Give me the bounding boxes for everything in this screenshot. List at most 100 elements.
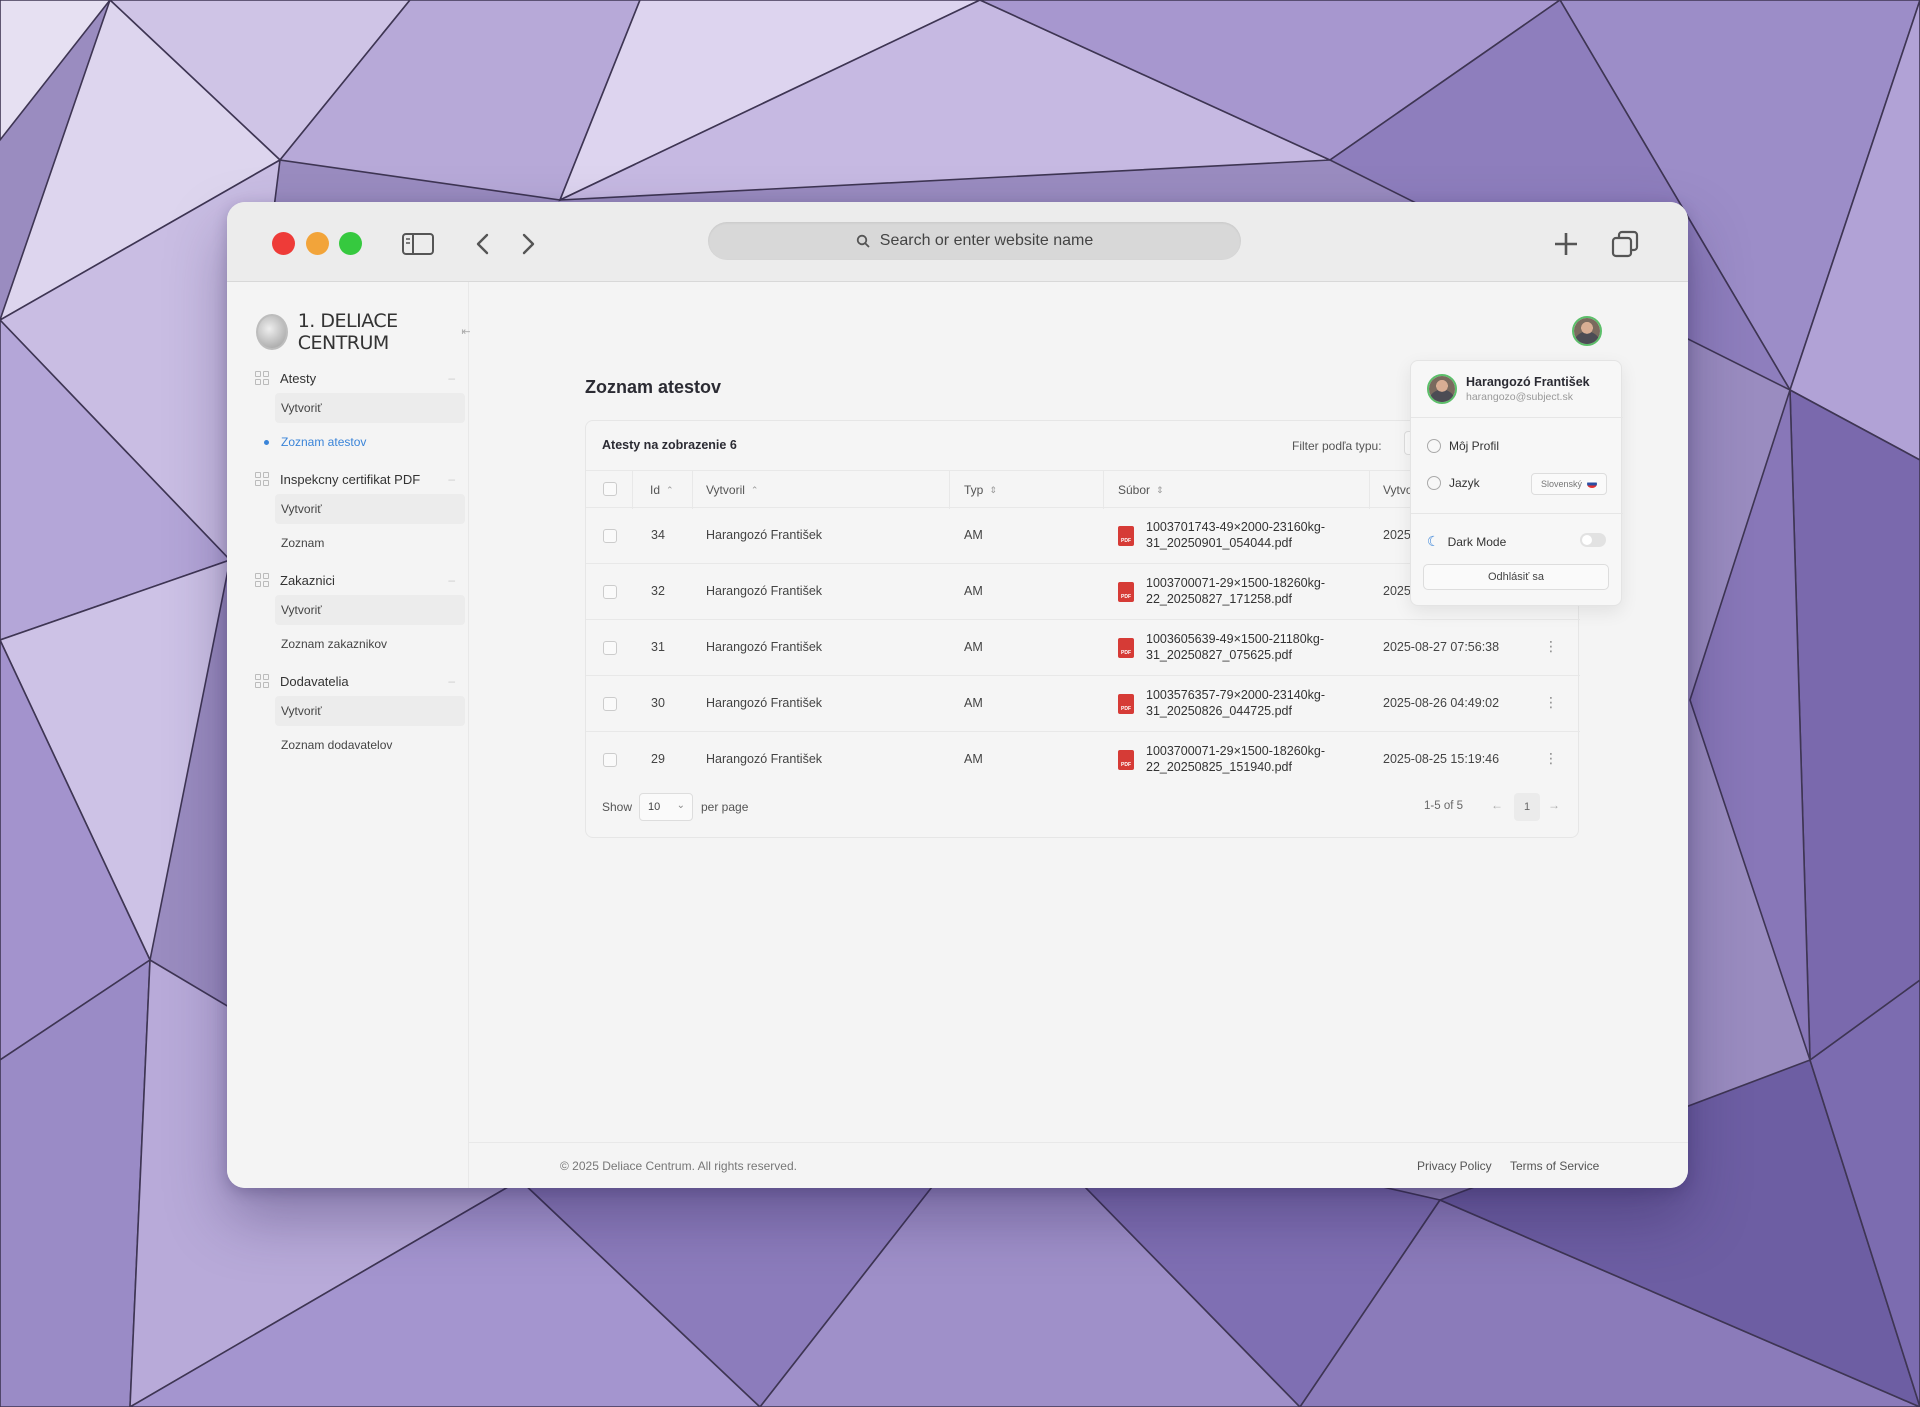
row-checkbox[interactable]	[603, 641, 617, 655]
table-row[interactable]: 29 Harangozó František AM PDF 1003700071…	[586, 732, 1580, 788]
user-name: Harangozó František	[1466, 375, 1590, 389]
column-header-type[interactable]: Typ ⇕	[964, 483, 997, 497]
sidebar-toggle-icon[interactable]	[400, 226, 436, 262]
nav-item-inspekcny-list[interactable]: Zoznam	[275, 528, 465, 558]
cell-id: 29	[651, 752, 665, 766]
row-checkbox[interactable]	[603, 585, 617, 599]
nav-item-zakaznici-create[interactable]: Vytvoriť	[275, 595, 465, 625]
language-select[interactable]: Slovenský	[1531, 473, 1607, 495]
address-placeholder: Search or enter website name	[879, 232, 1094, 249]
file-link[interactable]: 1003701743-49×2000-23160kg- 31_20250901_0…	[1146, 519, 1346, 551]
terms-of-service-link[interactable]: Terms of Service	[1510, 1159, 1599, 1173]
nav-head-dodavatelia[interactable]: Dodavatelia –	[255, 670, 455, 692]
row-checkbox[interactable]	[603, 753, 617, 767]
nav-item-atesty-list[interactable]: Zoznam atestov	[264, 427, 465, 457]
user-email: harangozo@subject.sk	[1466, 391, 1573, 403]
zoom-window-button[interactable]	[339, 232, 362, 255]
nav-group-atesty: Atesty – Vytvoriť Zoznam atestov	[255, 367, 465, 457]
collapse-sidebar-icon[interactable]: ⇤	[458, 324, 474, 340]
sidebar: 1. DELIACE CENTRUM Atesty – Vytvoriť Zoz…	[227, 282, 469, 1188]
row-checkbox[interactable]	[603, 529, 617, 543]
forward-icon[interactable]	[510, 226, 546, 262]
user-menu-dropdown: Harangozó František harangozo@subject.sk…	[1410, 360, 1623, 606]
menu-item-language[interactable]: Jazyk	[1427, 476, 1480, 490]
grid-icon	[255, 472, 269, 486]
table-row[interactable]: 30 Harangozó František AM PDF 1003576357…	[586, 676, 1580, 732]
row-menu-icon[interactable]: ⋮	[1544, 750, 1558, 767]
column-header-author[interactable]: Vytvoril ⌃	[706, 483, 758, 497]
user-avatar-button[interactable]	[1572, 316, 1602, 346]
cell-type: AM	[964, 584, 983, 598]
avatar	[1427, 374, 1457, 404]
page-number-button[interactable]: 1	[1514, 793, 1540, 821]
cell-author: Harangozó František	[706, 752, 823, 766]
nav-item-zakaznici-list[interactable]: Zoznam zakaznikov	[275, 629, 465, 659]
brand[interactable]: 1. DELIACE CENTRUM	[256, 310, 468, 354]
nav-item-dodavatelia-create[interactable]: Vytvoriť	[275, 696, 465, 726]
minimize-window-button[interactable]	[306, 232, 329, 255]
cell-type: AM	[964, 696, 983, 710]
collapse-indicator-icon: –	[448, 573, 455, 587]
sort-icon: ⇕	[989, 484, 997, 495]
grid-icon	[255, 371, 269, 385]
row-menu-icon[interactable]: ⋮	[1544, 638, 1558, 655]
filter-label: Filter podľa typu:	[1292, 439, 1382, 453]
grid-icon	[255, 674, 269, 688]
back-icon[interactable]	[465, 226, 501, 262]
nav-head-zakaznici[interactable]: Zakaznici –	[255, 569, 455, 591]
sort-icon: ⇕	[1156, 484, 1164, 495]
nav-head-atesty[interactable]: Atesty –	[255, 367, 455, 389]
browser-toolbar: Search or enter website name	[227, 202, 1688, 282]
next-page-arrow-icon[interactable]: →	[1548, 798, 1560, 812]
nav-head-label: Atesty	[280, 370, 317, 386]
brand-logo-icon	[256, 314, 288, 350]
collapse-indicator-icon: –	[448, 472, 455, 486]
row-menu-icon[interactable]: ⋮	[1544, 694, 1558, 711]
privacy-policy-link[interactable]: Privacy Policy	[1417, 1159, 1492, 1173]
page-title: Zoznam atestov	[585, 377, 722, 397]
cell-author: Harangozó František	[706, 640, 823, 654]
file-link[interactable]: 1003605639-49×1500-21180kg- 31_20250827_0…	[1146, 631, 1346, 663]
logout-button[interactable]: Odhlásiť sa	[1423, 564, 1609, 590]
per-page-label: per page	[701, 800, 749, 814]
nav-head-label: Dodavatelia	[280, 673, 349, 689]
cell-id: 30	[651, 696, 665, 710]
cell-author: Harangozó František	[706, 696, 823, 710]
cell-type: AM	[964, 528, 983, 542]
cell-type: AM	[964, 640, 983, 654]
close-window-button[interactable]	[272, 232, 295, 255]
search-icon	[856, 234, 870, 248]
prev-page-arrow-icon[interactable]: ←	[1491, 798, 1503, 812]
column-header-file[interactable]: Súbor ⇕	[1118, 483, 1164, 497]
select-all-checkbox[interactable]	[603, 482, 617, 496]
column-header-created[interactable]: Vytvo	[1383, 483, 1413, 497]
cell-id: 32	[651, 584, 665, 598]
nav-item-inspekcny-create[interactable]: Vytvoriť	[275, 494, 465, 524]
tab-overview-icon[interactable]	[1607, 226, 1643, 262]
user-circle-icon	[1427, 439, 1441, 453]
nav-head-inspekcny[interactable]: Inspekcny certifikat PDF –	[255, 468, 455, 490]
chevron-down-icon: ⌄	[676, 800, 685, 811]
range-label: 1-5 of 5	[1424, 800, 1463, 812]
column-header-id[interactable]: Id ⌃	[650, 483, 674, 497]
file-link[interactable]: 1003576357-79×2000-23140kg- 31_20250826_0…	[1146, 687, 1346, 719]
file-link[interactable]: 1003700071-29×1500-18260kg- 22_20250827_1…	[1146, 575, 1346, 607]
cell-type: AM	[964, 752, 983, 766]
cell-author: Harangozó František	[706, 528, 823, 542]
cell-id: 31	[651, 640, 665, 654]
grid-icon	[255, 573, 269, 587]
table-row[interactable]: 31 Harangozó František AM PDF 1003605639…	[586, 620, 1580, 676]
nav-item-dodavatelia-list[interactable]: Zoznam dodavatelov	[275, 730, 465, 760]
address-bar[interactable]: Search or enter website name	[708, 222, 1241, 260]
nav-item-atesty-create[interactable]: Vytvoriť	[275, 393, 465, 423]
dark-mode-toggle[interactable]	[1580, 533, 1606, 547]
row-checkbox[interactable]	[603, 697, 617, 711]
per-page-select[interactable]: 10 ⌄	[639, 793, 693, 821]
pdf-file-icon: PDF	[1118, 582, 1134, 602]
pdf-file-icon: PDF	[1118, 694, 1134, 714]
nav-group-zakaznici: Zakaznici – Vytvoriť Zoznam zakaznikov	[255, 569, 465, 659]
new-tab-icon[interactable]	[1548, 226, 1584, 262]
menu-item-profile[interactable]: Môj Profil	[1427, 439, 1499, 453]
cell-author: Harangozó František	[706, 584, 823, 598]
file-link[interactable]: 1003700071-29×1500-18260kg- 22_20250825_1…	[1146, 743, 1346, 775]
